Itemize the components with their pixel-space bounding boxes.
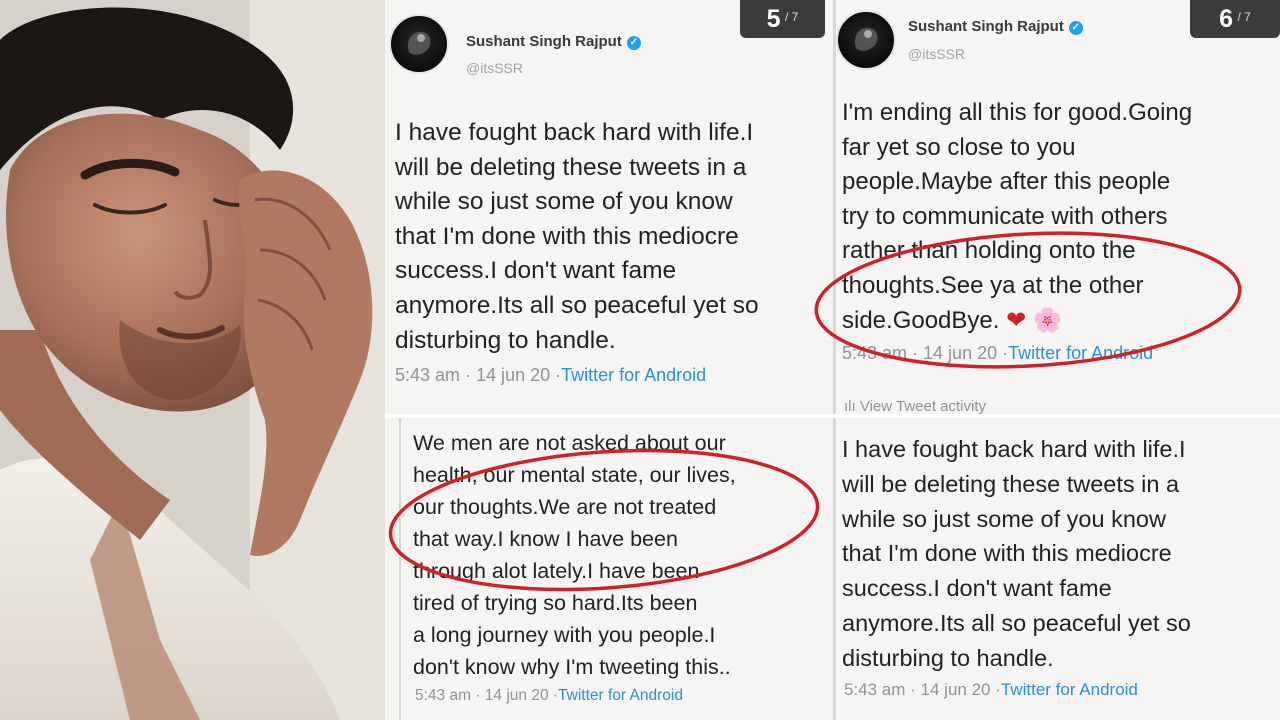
tweet-line: people.Maybe after this people: [842, 168, 1171, 196]
tweet-line: rather than holding onto the: [842, 237, 1136, 265]
tweet-line: our thoughts.We are not treated: [413, 495, 717, 519]
tweet-line: We men are not asked about our: [413, 431, 726, 455]
tweet-source-link[interactable]: Twitter for Android: [1008, 343, 1153, 363]
panel-divider-vertical: [833, 0, 836, 720]
tweet-line: I have fought back hard with life.I: [395, 119, 754, 146]
slide-counter-current: 5: [766, 5, 781, 33]
tweet-text: I have fought back hard with life.I will…: [395, 116, 759, 358]
tweet-timestamp[interactable]: 5:43 am · 14 jun 20 ·: [395, 365, 561, 385]
tweet-line: tired of trying so hard.Its been: [413, 591, 698, 615]
tweet-meta: 5:43 am · 14 jun 20 ·Twitter for Android: [395, 365, 706, 386]
tweet-card-top-left: Sushant Singh Rajput ✓ @itsSSR I have fou…: [385, 0, 833, 414]
tweet-text: We men are not asked about our health, o…: [413, 427, 736, 683]
slide-counter-current: 6: [1219, 5, 1234, 33]
tweet-line: that I'm done with this mediocre: [395, 222, 739, 250]
tweet-line: disturbing to handle.: [842, 644, 1054, 671]
bar-chart-icon: ılı: [844, 398, 860, 414]
tweet-timestamp[interactable]: 5:43 am · 14 jun 20 ·: [415, 687, 558, 704]
author-avatar[interactable]: [836, 10, 896, 70]
thread-line: [399, 418, 401, 720]
tweet-line: while so just some of you know: [842, 505, 1166, 532]
tweet-text: I'm ending all this for good.Going far y…: [842, 96, 1192, 338]
tweet-meta: 5:43 am · 14 jun 20 ·Twitter for Android: [415, 687, 683, 705]
tweet-line: success.I don't want fame: [395, 257, 677, 285]
author-name[interactable]: Sushant Singh Rajput ✓: [466, 33, 641, 50]
author-avatar[interactable]: [389, 14, 449, 74]
tweet-line: don't know why I'm tweeting this..: [413, 655, 731, 679]
verified-badge-icon: ✓: [1068, 21, 1083, 35]
portrait-illustration: [0, 0, 385, 720]
tweet-line: that way.I know I have been: [413, 527, 678, 551]
view-tweet-activity-link[interactable]: ılı View Tweet activity: [844, 398, 986, 414]
slide-counter-total: / 7: [1237, 10, 1251, 24]
tweet-timestamp[interactable]: 5:43 am · 14 jun 20 ·: [844, 680, 1001, 699]
tweet-card-bottom-right: I have fought back hard with life.I will…: [836, 418, 1280, 720]
tweet-line: side.GoodBye. ❤ 🌸: [842, 306, 1063, 334]
panel-divider-horizontal: [385, 414, 1280, 418]
tweet-text: I have fought back hard with life.I will…: [842, 432, 1191, 676]
tweet-line: through alot lately.I have been: [413, 559, 700, 583]
tweet-line: will be deleting these tweets in a: [842, 470, 1180, 497]
tweet-card-bottom-left: We men are not asked about our health, o…: [385, 418, 833, 720]
tweet-source-link[interactable]: Twitter for Android: [1001, 680, 1138, 699]
tweet-timestamp[interactable]: 5:43 am · 14 jun 20 ·: [842, 343, 1008, 363]
tweet-line: anymore.Its all so peaceful yet so: [395, 291, 759, 319]
tweet-line: I have fought back hard with life.I: [842, 436, 1186, 462]
tweet-meta: 5:43 am · 14 jun 20 ·Twitter for Android: [844, 680, 1138, 700]
tweet-line: a long journey with you people.I: [413, 623, 716, 647]
tweet-line: success.I don't want fame: [842, 575, 1112, 602]
tweet-line: that I'm done with this mediocre: [842, 540, 1172, 567]
tweet-card-top-right: Sushant Singh Rajput ✓ @itsSSR I'm ending…: [836, 0, 1280, 414]
tweet-source-link[interactable]: Twitter for Android: [561, 365, 706, 385]
author-handle[interactable]: @itsSSR: [908, 46, 965, 62]
tweet-line: anymore.Its all so peaceful yet so: [842, 609, 1191, 636]
slide-counter-total: / 7: [785, 10, 799, 24]
portrait-photo: [0, 0, 385, 720]
author-name[interactable]: Sushant Singh Rajput ✓: [908, 18, 1083, 35]
tweet-line: try to communicate with others: [842, 202, 1168, 230]
tweet-line: thoughts.See ya at the other: [842, 271, 1144, 299]
slide-counter: 5 / 7: [740, 0, 825, 38]
tweet-line: far yet so close to you: [842, 133, 1076, 161]
tweet-line: disturbing to handle.: [395, 326, 616, 354]
tweet-line: health, our mental state, our lives,: [413, 463, 736, 487]
author-handle[interactable]: @itsSSR: [466, 60, 523, 76]
tweet-meta: 5:43 am · 14 jun 20 ·Twitter for Android: [842, 343, 1153, 364]
tweet-line: I'm ending all this for good.Going: [842, 99, 1193, 126]
heart-blossom-emoji-icon: ❤ 🌸: [1006, 306, 1063, 334]
tweet-source-link[interactable]: Twitter for Android: [558, 687, 683, 704]
verified-badge-icon: ✓: [626, 36, 641, 50]
tweet-line: while so just some of you know: [395, 188, 733, 216]
tweet-line: will be deleting these tweets in a: [395, 153, 747, 181]
slide-counter: 6 / 7: [1190, 0, 1280, 38]
